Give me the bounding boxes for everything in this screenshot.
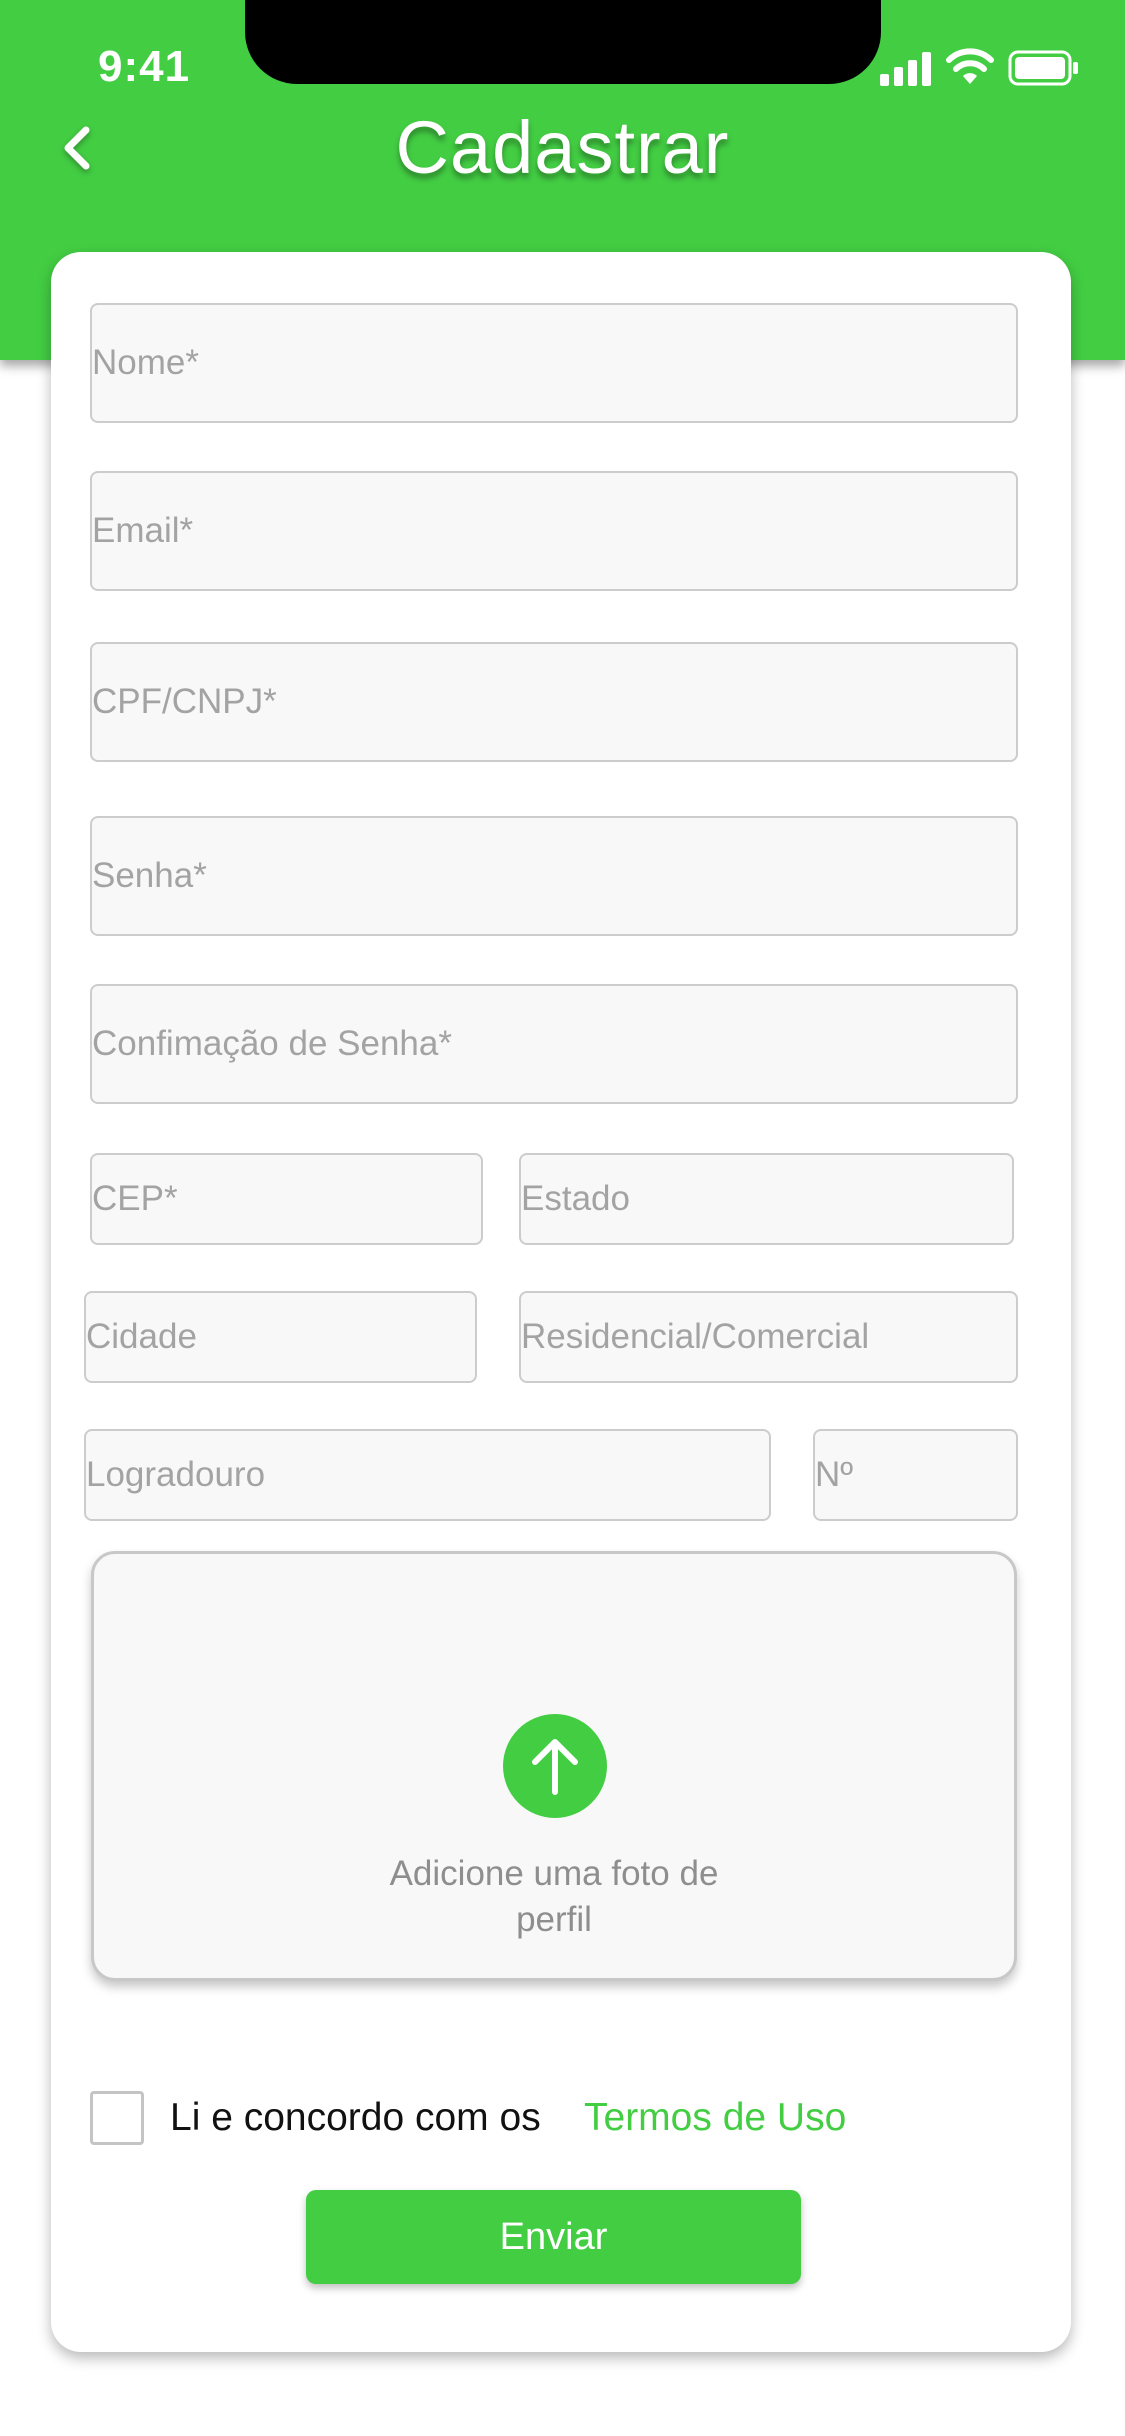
profile-photo-upload[interactable]: Adicione uma foto de perfil [91, 1551, 1017, 1981]
number-input[interactable] [813, 1429, 1018, 1521]
password-input[interactable] [90, 816, 1018, 936]
device-notch [245, 0, 881, 84]
email-input[interactable] [90, 471, 1018, 591]
city-input[interactable] [84, 1291, 477, 1383]
arrow-up-icon [503, 1714, 607, 1818]
upload-label: Adicione uma foto de perfil [94, 1851, 1014, 1943]
street-input[interactable] [84, 1429, 771, 1521]
cpf-cnpj-input[interactable] [90, 642, 1018, 762]
terms-link[interactable]: Termos de Uso [584, 2096, 846, 2140]
submit-button[interactable]: Enviar [306, 2190, 801, 2284]
password-confirm-input[interactable] [90, 984, 1018, 1104]
battery-icon [1008, 50, 1078, 86]
status-time: 9:41 [98, 42, 191, 91]
page-title: Cadastrar [395, 106, 730, 189]
address-type-input[interactable] [519, 1291, 1018, 1383]
state-input[interactable] [519, 1153, 1014, 1245]
upload-label-text: Adicione uma foto de perfil [389, 1854, 719, 1939]
terms-text: Li e concordo com os [170, 2096, 541, 2139]
cep-input[interactable] [90, 1153, 483, 1245]
wifi-icon [946, 48, 994, 84]
name-input[interactable] [90, 303, 1018, 423]
terms-checkbox[interactable] [90, 2091, 144, 2145]
signal-icon [880, 52, 931, 86]
